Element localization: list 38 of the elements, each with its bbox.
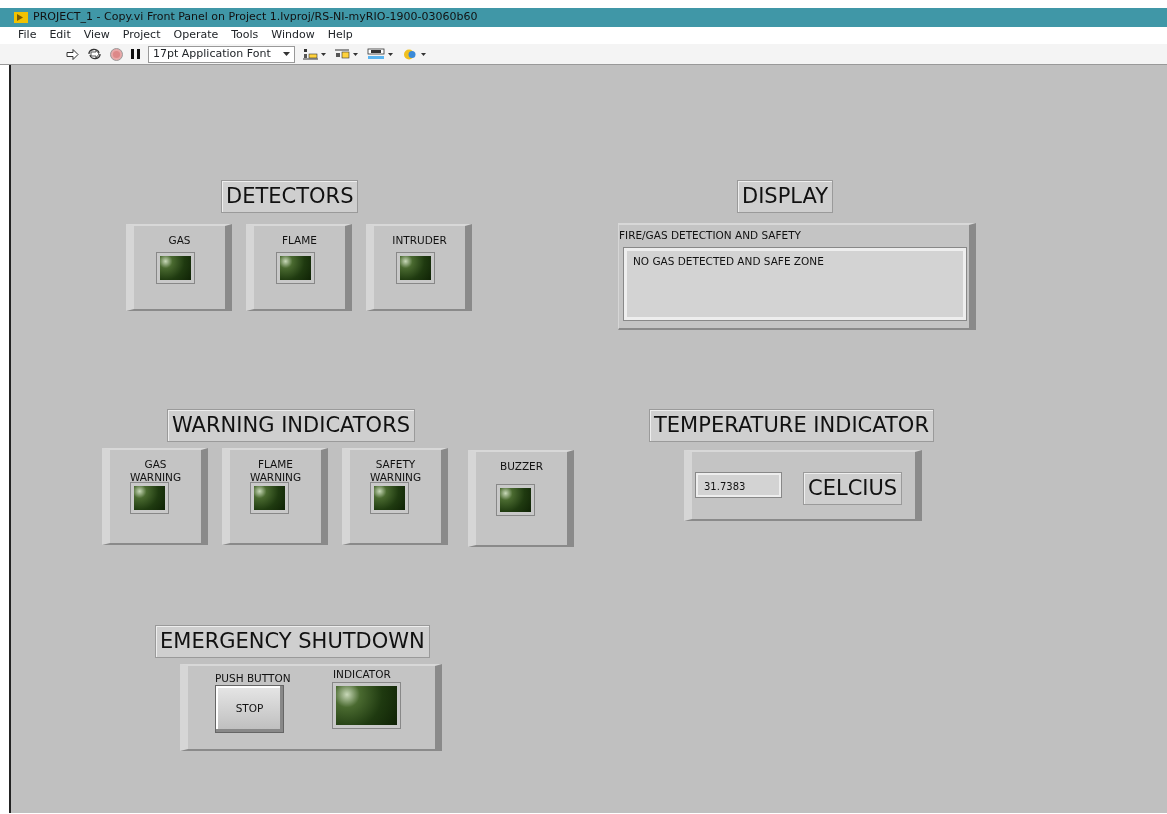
indicator-label: GAS bbox=[167, 234, 192, 247]
menu-item[interactable]: File bbox=[18, 27, 37, 44]
app-icon bbox=[14, 12, 28, 23]
menu-item[interactable]: Edit bbox=[49, 27, 71, 44]
run-arrow-icon[interactable] bbox=[66, 48, 79, 60]
indicator-label: INDICATOR bbox=[333, 668, 391, 681]
menu-item[interactable]: Tools bbox=[231, 27, 259, 44]
indicator-label: FLAME WARNING bbox=[248, 458, 303, 484]
align-icon[interactable] bbox=[302, 48, 327, 60]
unit-label: CELCIUS bbox=[803, 472, 903, 505]
menu-item[interactable]: Project bbox=[122, 27, 161, 44]
stop-button[interactable]: STOP bbox=[215, 685, 284, 733]
indicator-label: BUZZER bbox=[499, 460, 544, 473]
menu-item[interactable]: Window bbox=[271, 27, 315, 44]
menu-item[interactable]: Help bbox=[327, 27, 353, 44]
indicator-label: GAS WARNING bbox=[128, 458, 183, 484]
menu-item[interactable]: Operate bbox=[173, 27, 219, 44]
section-label: DETECTORS bbox=[221, 180, 359, 213]
indicator-label: FLAME bbox=[281, 234, 318, 247]
distribute-icon[interactable] bbox=[334, 48, 359, 60]
section-label: EMERGENCY SHUTDOWN bbox=[155, 625, 430, 658]
run-continuously-icon[interactable] bbox=[87, 48, 102, 60]
numeric-indicator: 31.7383 bbox=[696, 473, 781, 497]
indicator-label: FIRE/GAS DETECTION AND SAFETY bbox=[619, 229, 801, 242]
section-label: WARNING INDICATORS bbox=[167, 409, 416, 442]
section-label: DISPLAY bbox=[737, 180, 834, 213]
indicator-label: INTRUDER bbox=[391, 234, 448, 247]
resize-icon[interactable] bbox=[366, 48, 395, 60]
window-title: PROJECT_1 - Copy.vi Front Panel on Project 1.lvproj/RS-NI-myRIO-1900-03060b60 bbox=[33, 9, 478, 26]
section-label: TEMPERATURE INDICATOR bbox=[649, 409, 934, 442]
menu-item[interactable]: View bbox=[83, 27, 110, 44]
pause-icon[interactable] bbox=[131, 49, 140, 59]
button-label: PUSH BUTTON bbox=[215, 672, 291, 685]
indicator-label: SAFETY WARNING bbox=[368, 458, 423, 484]
text-display: NO GAS DETECTED AND SAFE ZONE bbox=[624, 248, 966, 320]
font-dropdown[interactable]: 17pt Application Font bbox=[148, 45, 295, 63]
reorder-icon[interactable] bbox=[402, 47, 427, 61]
caret-icon bbox=[282, 52, 290, 56]
